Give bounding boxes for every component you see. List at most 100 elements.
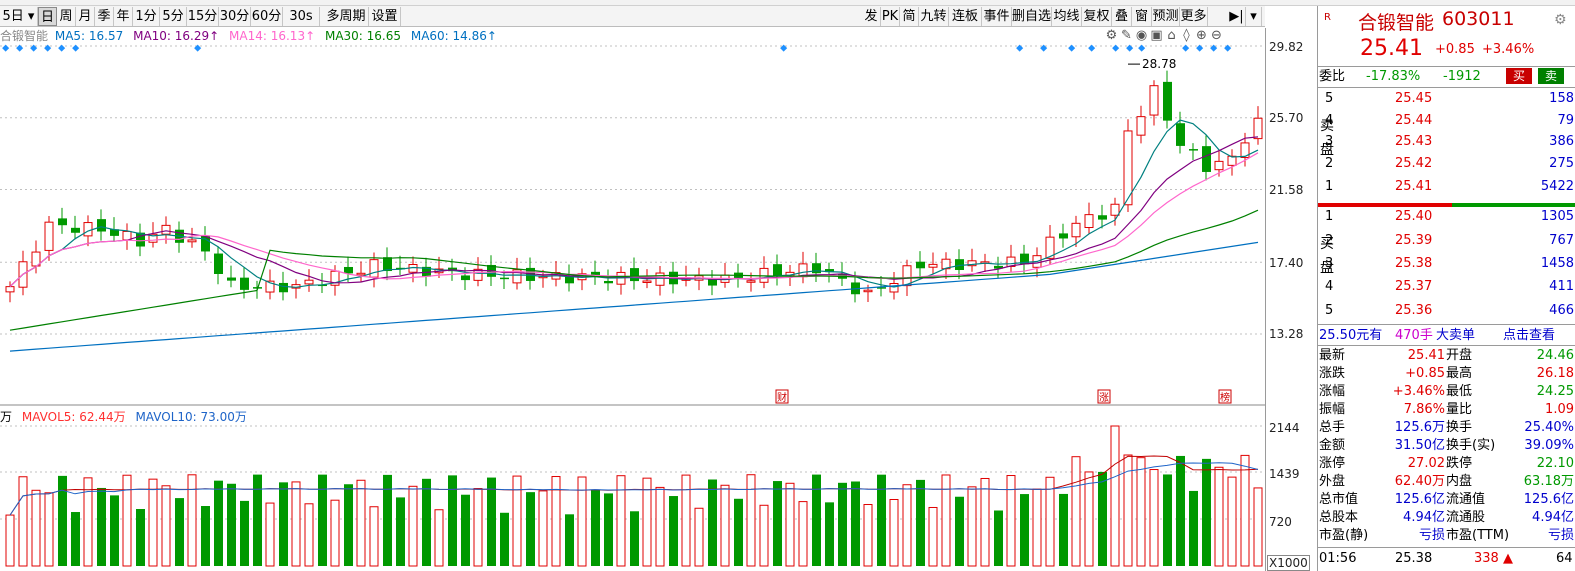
tool-button-5[interactable]: 事件 bbox=[982, 7, 1012, 26]
candle-down bbox=[344, 266, 353, 274]
candle-up bbox=[187, 239, 197, 243]
tool-button-12[interactable]: 更多 bbox=[1180, 7, 1208, 26]
volume-bar-up bbox=[369, 506, 379, 567]
tool-button-0[interactable]: 发 bbox=[862, 7, 881, 26]
gear-icon[interactable]: ⚙ bbox=[1554, 12, 1567, 28]
stat-row: 涨跌 +0.85 最高 26.18 bbox=[1318, 365, 1575, 383]
candle-down bbox=[812, 263, 821, 274]
period-dropdown[interactable]: 5日 ▾ bbox=[0, 7, 38, 26]
stat-label: 涨停 bbox=[1319, 456, 1346, 471]
event-diamond bbox=[16, 44, 24, 52]
tool-button-9[interactable]: 叠 bbox=[1112, 7, 1132, 26]
event-diamond bbox=[1112, 44, 1120, 52]
volume-bar-down bbox=[344, 484, 353, 566]
bids-level-row[interactable]: 4 25.37 411 bbox=[1318, 278, 1575, 296]
stat-value: 亏损 bbox=[1547, 528, 1574, 543]
volume-bar-up bbox=[967, 486, 977, 567]
asks-level-row[interactable]: 1 25.41 5422 bbox=[1318, 178, 1575, 196]
volume-bar-up bbox=[5, 514, 15, 567]
tool-button-4[interactable]: 连板 bbox=[949, 7, 982, 26]
volume-bar-up bbox=[642, 477, 652, 567]
volume-bar-up bbox=[902, 484, 912, 567]
collapse-button[interactable]: ▶| bbox=[1228, 7, 1246, 26]
big-order-row: 25.50元有 470手 大卖单 点击查看 bbox=[1318, 324, 1575, 346]
candle-up bbox=[1084, 214, 1094, 229]
period-button-4[interactable]: 年 bbox=[114, 7, 133, 26]
bids-level-row[interactable]: 2 25.39 767 bbox=[1318, 232, 1575, 250]
last-price: 25.41 bbox=[1360, 36, 1423, 61]
tool-button-6[interactable]: 删自选 bbox=[1012, 7, 1052, 26]
volume-bar-up bbox=[473, 488, 483, 567]
bids-level-row[interactable]: 3 25.38 1458 bbox=[1318, 255, 1575, 273]
volume-bar-up bbox=[434, 509, 444, 567]
stat-value: 31.50亿 bbox=[1394, 438, 1445, 453]
period-button-2[interactable]: 月 bbox=[76, 7, 95, 26]
event-diamond bbox=[1068, 44, 1076, 52]
tick-price: 25.38 bbox=[1395, 551, 1433, 566]
volume-bar-up bbox=[1071, 456, 1081, 567]
volume-bar-up bbox=[1227, 476, 1237, 567]
period-button-1[interactable]: 周 bbox=[57, 7, 76, 26]
period-button-3[interactable]: 季 bbox=[95, 7, 114, 26]
tool-button-7[interactable]: 均线 bbox=[1052, 7, 1082, 26]
asks-level-row[interactable]: 5 25.45 158 bbox=[1318, 90, 1575, 108]
tool-button-8[interactable]: 复权 bbox=[1082, 7, 1112, 26]
menu-dropdown[interactable]: ▾ bbox=[1246, 7, 1262, 26]
volume-chart[interactable] bbox=[0, 406, 1265, 571]
big-order-link[interactable]: 点击查看 bbox=[1503, 325, 1555, 347]
candle-up bbox=[928, 263, 938, 268]
candle-down bbox=[1202, 146, 1211, 172]
period-button-9[interactable]: 60分 bbox=[251, 7, 283, 26]
volume-bar-down bbox=[526, 492, 535, 566]
high-price-label: 28.78 bbox=[1142, 57, 1176, 71]
candle-up bbox=[1227, 155, 1237, 166]
stock-title: R 合锻智能 603011 ⚙ bbox=[1318, 6, 1575, 34]
period-button-5[interactable]: 1分 bbox=[133, 7, 160, 26]
sell-button[interactable]: 卖 bbox=[1538, 68, 1564, 84]
volume-bar-down bbox=[604, 493, 613, 566]
tool-button-10[interactable]: 窗 bbox=[1132, 7, 1152, 26]
stat-value: 125.6亿 bbox=[1523, 492, 1574, 507]
period-button-6[interactable]: 5分 bbox=[160, 7, 187, 26]
volume-bar-down bbox=[461, 494, 470, 566]
asks-level-row[interactable]: 2 25.42 275 bbox=[1318, 155, 1575, 173]
period-button-10[interactable]: 30s bbox=[283, 7, 320, 26]
candle-down bbox=[1163, 81, 1172, 121]
period-button-11[interactable]: 多周期 bbox=[324, 7, 369, 26]
period-button-12[interactable]: 设置 bbox=[369, 7, 401, 26]
tool-button-2[interactable]: 简 bbox=[900, 7, 919, 26]
level-volume: 79 bbox=[1557, 113, 1574, 128]
period-button-7[interactable]: 15分 bbox=[187, 7, 219, 26]
stat-label: 振幅 bbox=[1319, 402, 1346, 417]
candle-up bbox=[356, 272, 366, 276]
volume-bar-up bbox=[616, 475, 626, 567]
asks-level-row[interactable]: 3 25.43 386 bbox=[1318, 133, 1575, 151]
big-order-price: 25.50元有 bbox=[1319, 328, 1383, 343]
tool-button-1[interactable]: PK bbox=[881, 7, 900, 26]
volume-bar-up bbox=[538, 490, 548, 567]
tool-button-11[interactable]: 预测 bbox=[1152, 7, 1180, 26]
volume-bar-up bbox=[31, 489, 41, 567]
candlestick-chart[interactable]: 28.78 财 涨 榜 bbox=[0, 28, 1265, 406]
asks-level-row[interactable]: 4 25.44 79 bbox=[1318, 112, 1575, 130]
tool-button-3[interactable]: 九转 bbox=[919, 7, 949, 26]
bids-level-row[interactable]: 1 25.40 1305 bbox=[1318, 208, 1575, 226]
volume-bar-down bbox=[227, 483, 236, 566]
stat-value: 4.94亿 bbox=[1532, 510, 1574, 525]
volume-bar-down bbox=[1098, 471, 1107, 566]
stat-value: 25.41 bbox=[1407, 348, 1445, 363]
volume-bar-down bbox=[487, 477, 496, 566]
volume-bar-down bbox=[851, 481, 860, 566]
volume-bar-down bbox=[279, 482, 288, 566]
period-button-0[interactable]: 日 bbox=[38, 7, 57, 26]
volume-bar-down bbox=[773, 481, 782, 566]
volume-bar-down bbox=[877, 474, 886, 566]
volume-bar-down bbox=[253, 474, 262, 566]
stock-code: 603011 bbox=[1442, 8, 1515, 30]
level-price: 25.45 bbox=[1395, 91, 1433, 106]
bids-level-row[interactable]: 5 25.36 466 bbox=[1318, 302, 1575, 320]
volume-bar-down bbox=[994, 510, 1003, 566]
buy-button[interactable]: 买 bbox=[1506, 68, 1532, 84]
period-button-8[interactable]: 30分 bbox=[219, 7, 251, 26]
candle-up bbox=[161, 224, 171, 235]
